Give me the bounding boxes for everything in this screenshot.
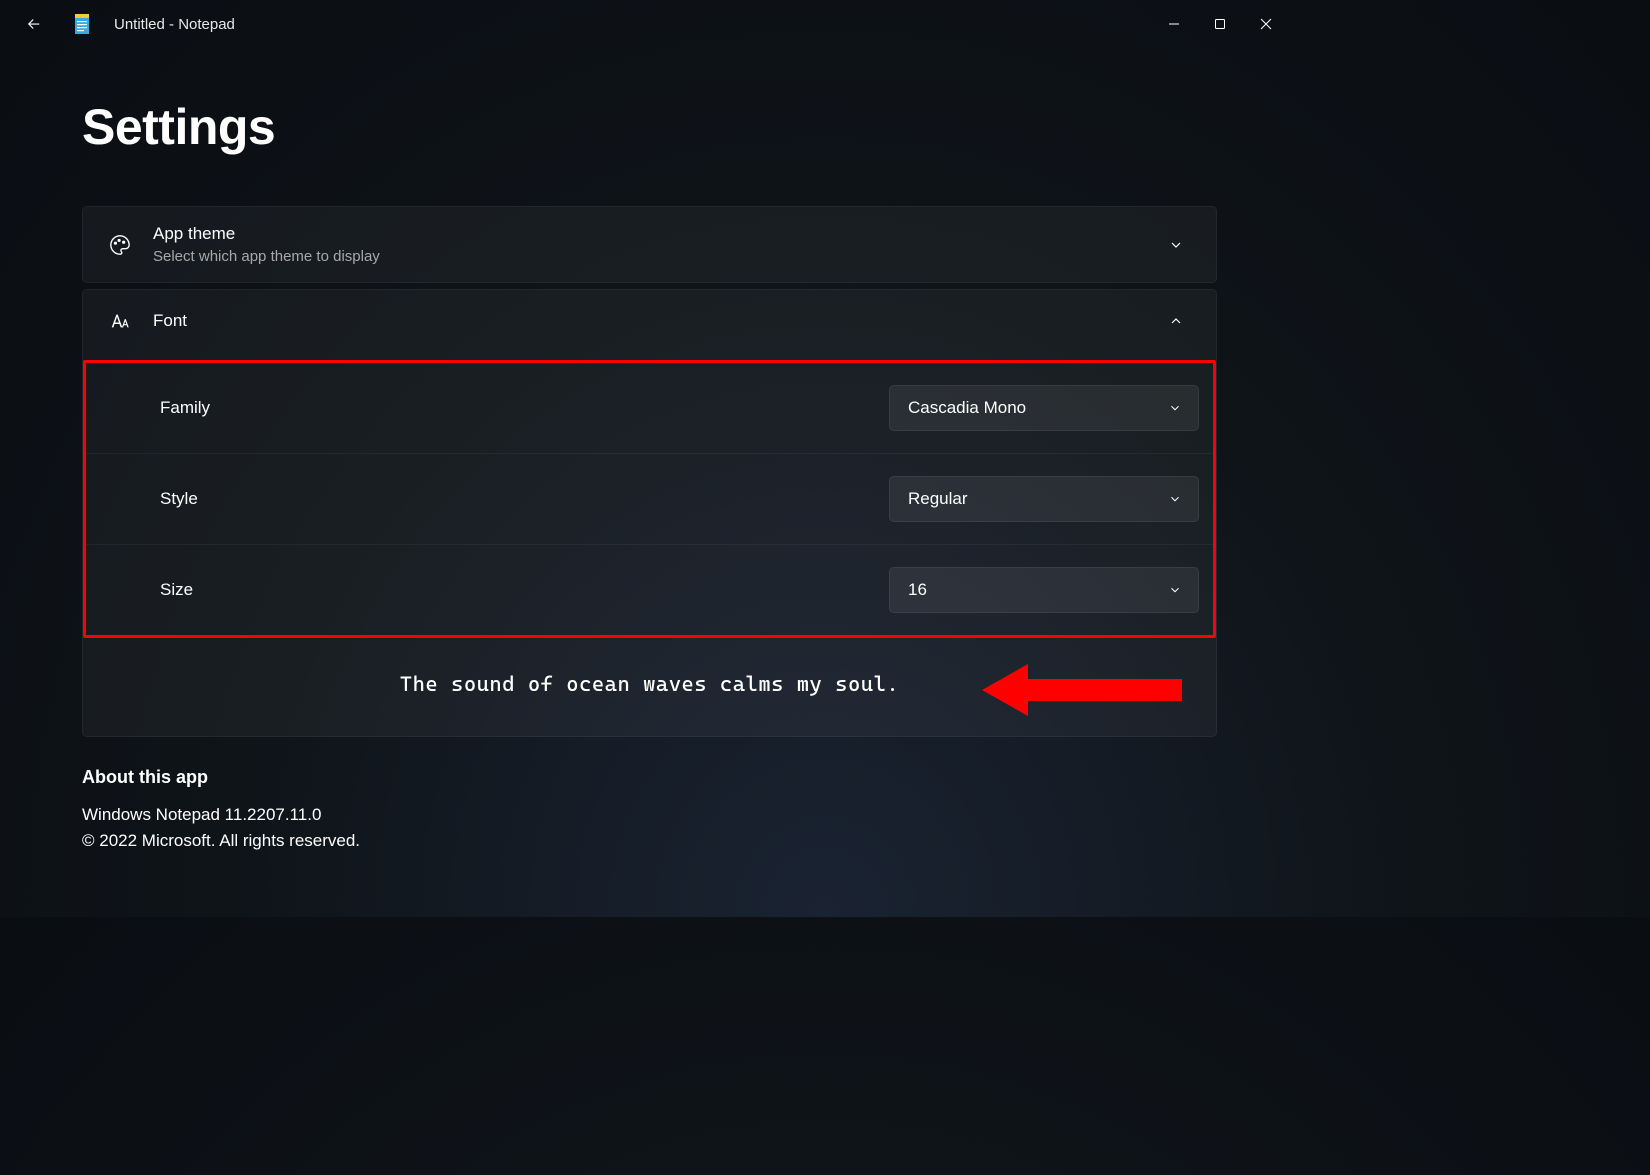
chevron-down-icon (1168, 401, 1182, 415)
page-title: Settings (82, 98, 1217, 156)
font-card-header[interactable]: Font (83, 290, 1216, 352)
back-button[interactable] (18, 15, 50, 33)
chevron-down-icon (1168, 237, 1184, 253)
window-title: Untitled - Notepad (114, 16, 235, 33)
font-size-value: 16 (908, 580, 1168, 600)
titlebar: Untitled - Notepad (0, 0, 1297, 48)
font-size-row: Size 16 (86, 544, 1213, 635)
font-style-dropdown[interactable]: Regular (889, 476, 1199, 522)
font-size-dropdown[interactable]: 16 (889, 567, 1199, 613)
about-version: Windows Notepad 11.2207.11.0 (82, 802, 1217, 828)
font-family-row: Family Cascadia Mono (86, 363, 1213, 453)
font-family-label: Family (160, 398, 889, 418)
font-style-value: Regular (908, 489, 1168, 509)
font-preview-text: The sound of ocean waves calms my soul. (400, 672, 899, 696)
app-theme-subtitle: Select which app theme to display (153, 248, 1168, 265)
maximize-button[interactable] (1197, 8, 1243, 40)
about-copyright: © 2022 Microsoft. All rights reserved. (82, 828, 1217, 854)
font-size-label: Size (160, 580, 889, 600)
palette-icon (109, 234, 133, 256)
chevron-up-icon (1168, 313, 1184, 329)
font-title: Font (153, 311, 1168, 331)
minimize-button[interactable] (1151, 8, 1197, 40)
notepad-app-icon (72, 14, 92, 34)
font-settings-panel: Family Cascadia Mono Style Regular (83, 360, 1216, 638)
app-theme-title: App theme (153, 224, 1168, 244)
font-icon (109, 310, 133, 332)
font-style-row: Style Regular (86, 453, 1213, 544)
font-style-label: Style (160, 489, 889, 509)
font-family-dropdown[interactable]: Cascadia Mono (889, 385, 1199, 431)
about-section: About this app Windows Notepad 11.2207.1… (82, 767, 1217, 853)
font-family-value: Cascadia Mono (908, 398, 1168, 418)
annotation-arrow-icon (982, 660, 1182, 720)
about-heading: About this app (82, 767, 1217, 788)
app-theme-card[interactable]: App theme Select which app theme to disp… (82, 206, 1217, 283)
close-button[interactable] (1243, 8, 1289, 40)
chevron-down-icon (1168, 492, 1182, 506)
chevron-down-icon (1168, 583, 1182, 597)
font-preview-row: The sound of ocean waves calms my soul. (83, 638, 1216, 736)
font-card: Font Family Cascadia Mono (82, 289, 1217, 737)
